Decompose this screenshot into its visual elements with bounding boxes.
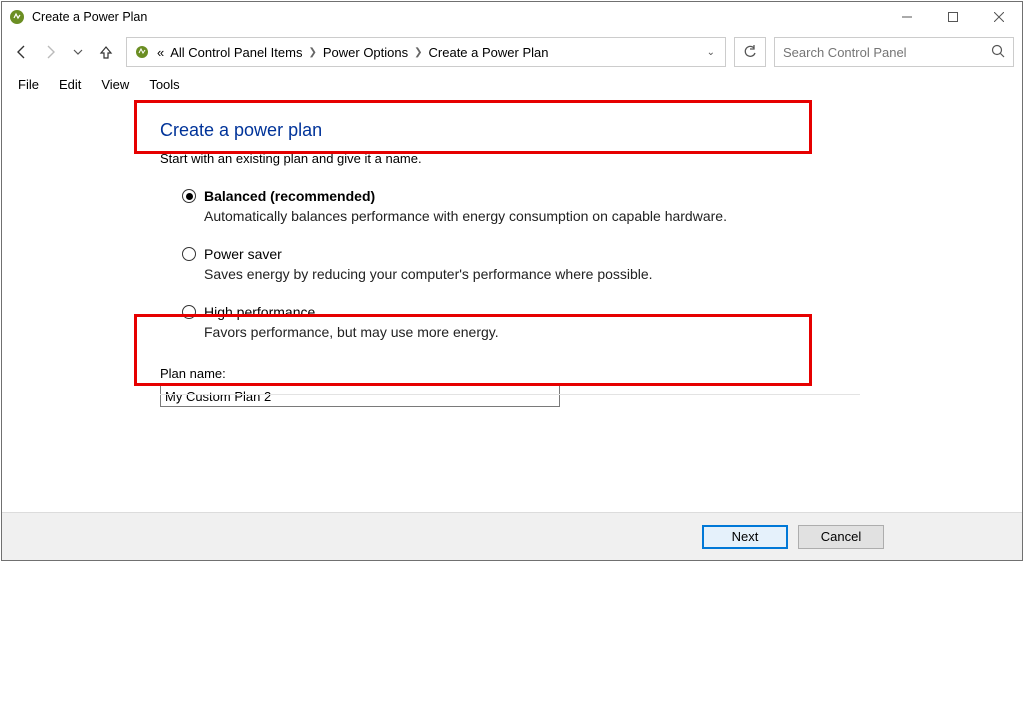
forward-button[interactable]	[38, 40, 62, 64]
divider	[160, 394, 860, 395]
content-area: Create a power plan Start with an existi…	[2, 96, 1022, 512]
menu-file[interactable]: File	[8, 75, 49, 94]
plan-description: Automatically balances performance with …	[204, 208, 1022, 224]
breadcrumb-item[interactable]: Create a Power Plan	[429, 45, 549, 60]
window-title: Create a Power Plan	[32, 10, 147, 24]
breadcrumb[interactable]: « All Control Panel Items ❯ Power Option…	[126, 37, 726, 67]
radio-unselected-icon[interactable]	[182, 305, 196, 319]
breadcrumb-item[interactable]: Power Options	[323, 45, 408, 60]
cancel-button[interactable]: Cancel	[798, 525, 884, 549]
next-button[interactable]: Next	[702, 525, 788, 549]
up-button[interactable]	[94, 40, 118, 64]
close-button[interactable]	[976, 2, 1022, 32]
titlebar: Create a Power Plan	[2, 2, 1022, 32]
page-heading: Create a power plan	[160, 120, 1022, 141]
plan-name: Balanced (recommended)	[204, 188, 375, 204]
minimize-button[interactable]	[884, 2, 930, 32]
plan-option-high-performance[interactable]: High performance Favors performance, but…	[182, 304, 1022, 340]
maximize-button[interactable]	[930, 2, 976, 32]
plan-name: High performance	[204, 304, 315, 320]
chevron-right-icon: ❯	[308, 47, 316, 58]
plan-options: Balanced (recommended) Automatically bal…	[182, 188, 1022, 340]
plan-name-input[interactable]	[160, 385, 560, 407]
chevron-down-icon[interactable]: ⌄	[707, 47, 719, 58]
plan-name: Power saver	[204, 246, 282, 262]
breadcrumb-prefix: «	[157, 45, 164, 60]
menu-tools[interactable]: Tools	[139, 75, 189, 94]
page-subheading: Start with an existing plan and give it …	[160, 151, 1022, 166]
window: Create a Power Plan	[1, 1, 1023, 561]
plan-option-balanced[interactable]: Balanced (recommended) Automatically bal…	[182, 188, 1022, 224]
chevron-right-icon: ❯	[414, 47, 422, 58]
menu-bar: File Edit View Tools	[2, 72, 1022, 96]
power-options-icon	[8, 8, 26, 26]
plan-description: Saves energy by reducing your computer's…	[204, 266, 1022, 282]
menu-view[interactable]: View	[91, 75, 139, 94]
menu-edit[interactable]: Edit	[49, 75, 91, 94]
refresh-button[interactable]	[734, 37, 766, 67]
footer: Next Cancel	[2, 512, 1022, 560]
address-bar-row: « All Control Panel Items ❯ Power Option…	[2, 32, 1022, 72]
breadcrumb-item[interactable]: All Control Panel Items	[170, 45, 302, 60]
radio-selected-icon[interactable]	[182, 189, 196, 203]
recent-locations-dropdown[interactable]	[66, 40, 90, 64]
search-box[interactable]	[774, 37, 1014, 67]
power-options-icon	[133, 43, 151, 61]
radio-unselected-icon[interactable]	[182, 247, 196, 261]
back-button[interactable]	[10, 40, 34, 64]
search-icon[interactable]	[991, 44, 1005, 61]
plan-option-power-saver[interactable]: Power saver Saves energy by reducing you…	[182, 246, 1022, 282]
plan-name-label: Plan name:	[160, 366, 1022, 381]
plan-description: Favors performance, but may use more ene…	[204, 324, 1022, 340]
search-input[interactable]	[783, 45, 991, 60]
